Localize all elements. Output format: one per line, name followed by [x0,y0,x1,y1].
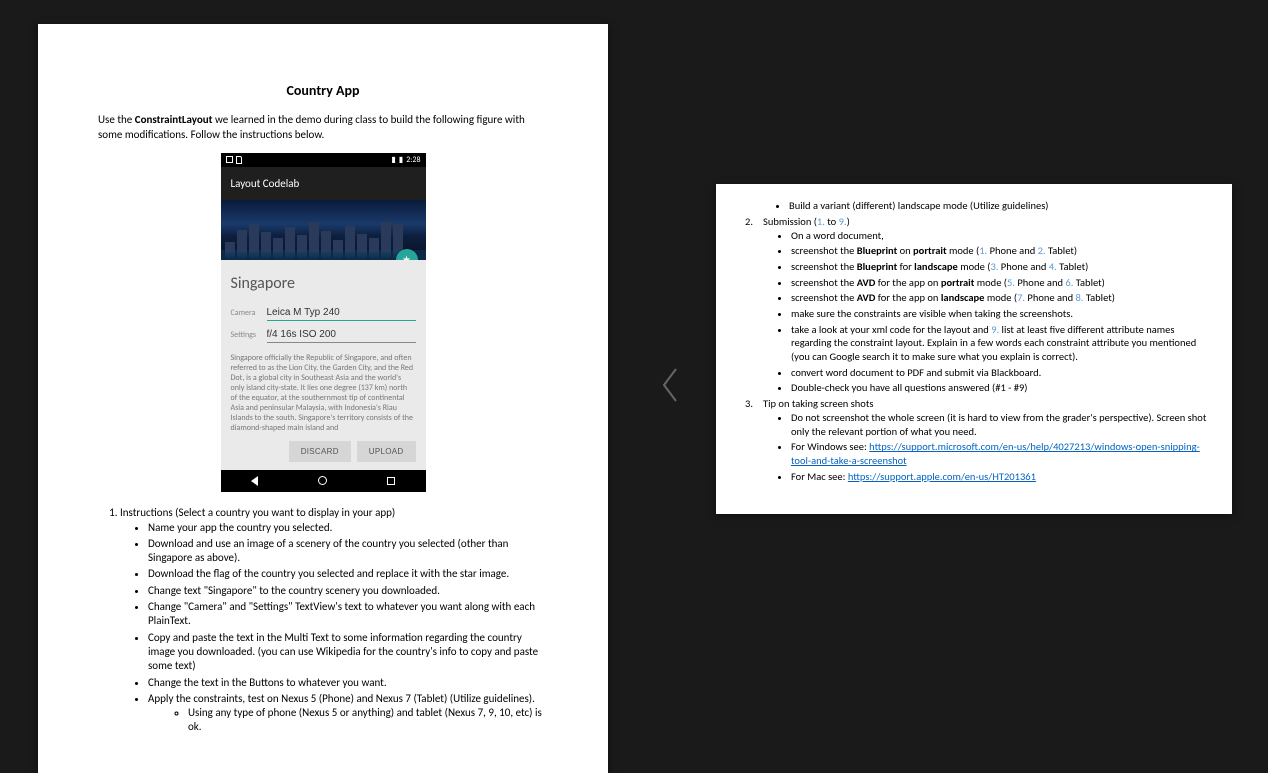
intro-bold: ConstraintLayout [135,113,213,126]
list-item: Using any type of phone (Nexus 5 or anyt… [188,706,548,735]
page-2: Build a variant (different) landscape mo… [716,184,1232,514]
list-item: Download and use an image of a scenery o… [148,537,548,566]
list-item: make sure the constraints are visible wh… [791,307,1207,321]
status-bar: ▮ ▮ 2:28 [221,153,426,167]
upload-button[interactable]: UPLOAD [357,441,416,462]
description-text: Singapore officially the Republic of Sin… [231,353,416,433]
list-item: Change the text in the Buttons to whatev… [148,676,548,690]
appbar-title: Layout Codelab [231,177,300,190]
instructions-heading: Instructions (Select a country you want … [120,506,395,519]
list-item: Change text "Singapore" to the country s… [148,584,548,598]
battery-icon: ▮ [399,155,403,165]
list-item: Change "Camera" and "Settings" TextView'… [148,600,548,629]
list-item: For Mac see: https://support.apple.com/e… [791,470,1207,484]
list-item: convert word document to PDF and submit … [791,366,1207,380]
prev-page-chevron-icon[interactable] [650,355,690,415]
statusbar-icon [236,156,242,164]
list-item: On a word document, [791,229,1207,243]
list-item: Submission (1. to 9.) On a word document… [763,215,1207,395]
list-item: Copy and paste the text in the Multi Tex… [148,631,548,674]
list-item: Tip on taking screen shots Do not screen… [763,397,1207,483]
intro-pre: Use the [98,113,135,126]
list-item: Do not screenshot the whole screen (it i… [791,411,1207,438]
list-text: Apply the constraints, test on Nexus 5 (… [148,692,535,705]
home-icon[interactable] [318,476,327,485]
list-item: Name your app the country you selected. [148,521,548,535]
phone-body: Singapore Camera Settings Singapore offi… [221,260,426,470]
camera-label: Camera [231,308,267,318]
list-item: Double-check you have all questions answ… [791,381,1207,395]
instructions-list: Instructions (Select a country you want … [98,506,548,735]
phone-mockup: ▮ ▮ 2:28 Layout Codelab [221,153,426,492]
list-item: For Windows see: https://support.microso… [791,440,1207,467]
settings-input[interactable] [267,327,416,343]
discard-button[interactable]: DISCARD [289,441,351,462]
recent-icon[interactable] [387,477,395,485]
submission-list: Submission (1. to 9.) On a word document… [741,215,1207,484]
camera-input[interactable] [267,305,416,321]
intro-paragraph: Use the ConstraintLayout we learned in t… [98,113,548,143]
hero-image [221,200,426,260]
page-title: Country App [98,82,548,99]
list-item: Download the flag of the country you sel… [148,567,548,581]
signal-icon: ▮ [391,155,395,165]
list-item: Build a variant (different) landscape mo… [789,199,1207,213]
page-1: Country App Use the ConstraintLayout we … [38,24,608,773]
back-icon[interactable] [251,476,258,486]
list-item: Apply the constraints, test on Nexus 5 (… [148,692,548,735]
status-time: 2:28 [406,155,420,165]
document-viewer: Country App Use the ConstraintLayout we … [0,0,1268,773]
city-name: Singapore [231,274,416,293]
submission-heading: Submission (1. to 9.) [763,215,850,228]
list-item: screenshot the AVD for the app on landsc… [791,291,1207,305]
list-item: screenshot the Blueprint for landscape m… [791,260,1207,274]
mac-link[interactable]: https://support.apple.com/en-us/HT201361 [848,470,1036,483]
list-item: screenshot the Blueprint on portrait mod… [791,244,1207,258]
list-item: Instructions (Select a country you want … [120,506,548,735]
list-item: take a look at your xml code for the lay… [791,323,1207,364]
tip-heading: Tip on taking screen shots [763,397,873,410]
android-nav-bar [221,470,426,492]
list-item: screenshot the AVD for the app on portra… [791,276,1207,290]
statusbar-icon [226,156,233,163]
settings-label: Settings [231,330,267,340]
app-bar: Layout Codelab [221,167,426,200]
